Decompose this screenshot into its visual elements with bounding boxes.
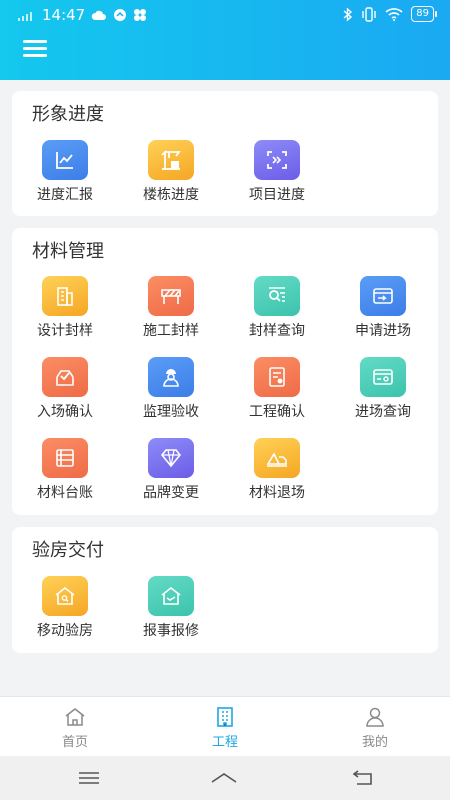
system-nav-bar: [0, 756, 450, 800]
grid-item-label: 品牌变更: [143, 485, 199, 501]
barrier-icon: [148, 276, 194, 316]
grid-item-supervision-accept[interactable]: 监理验收: [118, 357, 224, 421]
grid-item-construction-sample[interactable]: 施工封样: [118, 276, 224, 340]
signal-icon: [18, 9, 32, 21]
grid-item-label: 移动验房: [37, 623, 93, 639]
grid-item-label: 进度汇报: [37, 187, 93, 203]
status-right: 89: [343, 6, 437, 22]
grid-item-progress-report[interactable]: 进度汇报: [12, 140, 118, 204]
grid-item-label: 封样查询: [249, 323, 305, 339]
bottom-tab-bar: 首页 工程 我的: [0, 696, 450, 756]
grid-item-label: 工程确认: [249, 404, 305, 420]
vibrate-icon: [362, 6, 376, 22]
grid-item-label: 设计封样: [37, 323, 93, 339]
recent-apps-icon[interactable]: [76, 766, 102, 790]
grid-item-label: 进场查询: [355, 404, 411, 420]
battery-level: 89: [416, 8, 429, 19]
diamond-icon: [148, 438, 194, 478]
supervisor-icon: [148, 357, 194, 397]
grid-item-label: 施工封样: [143, 323, 199, 339]
battery-indicator: 89: [411, 6, 437, 22]
house-repair-icon: [148, 576, 194, 616]
status-time: 14:47: [42, 6, 86, 24]
user-icon: [366, 707, 384, 727]
chart-icon: [42, 140, 88, 180]
grid-item-material-exit[interactable]: 材料退场: [224, 438, 330, 502]
message-icon: [114, 9, 127, 21]
scan-icon: [254, 140, 300, 180]
grid-item-material-ledger[interactable]: 材料台账: [12, 438, 118, 502]
search-list-icon: [254, 276, 300, 316]
status-bar: 14:47 89: [0, 0, 450, 30]
home-nav-icon[interactable]: [211, 766, 237, 790]
cloud-icon: [91, 10, 107, 20]
grid-item-apply-entry[interactable]: 申请进场: [330, 276, 436, 340]
grid-item-label: 材料台账: [37, 485, 93, 501]
grid-item-brand-change[interactable]: 品牌变更: [118, 438, 224, 502]
app-notification-icon: [134, 9, 147, 21]
tab-home[interactable]: 首页: [25, 705, 125, 750]
inbox-check-icon: [42, 357, 88, 397]
truck-icon: [254, 438, 300, 478]
grid-item-label: 申请进场: [355, 323, 411, 339]
grid-item-label: 报事报修: [143, 623, 199, 639]
grid-item-label: 入场确认: [37, 404, 93, 420]
card-search-icon: [360, 357, 406, 397]
building-icon: [42, 276, 88, 316]
ledger-icon: [42, 438, 88, 478]
grid-item-design-sample[interactable]: 设计封样: [12, 276, 118, 340]
tab-label: 工程: [211, 735, 238, 750]
section-title: 材料管理: [32, 241, 104, 262]
grid-item-report-repair[interactable]: 报事报修: [118, 576, 224, 640]
grid-item-label: 楼栋进度: [143, 187, 199, 203]
grid-item-label: 监理验收: [143, 404, 199, 420]
menu-button[interactable]: [23, 40, 47, 60]
section-title: 形象进度: [32, 104, 104, 125]
grid-item-mobile-inspection[interactable]: 移动验房: [12, 576, 118, 640]
section-handover: 验房交付 移动验房 报事报修: [12, 527, 438, 653]
wifi-icon: [385, 8, 403, 21]
section-title: 验房交付: [32, 540, 104, 561]
grid-item-entry-confirm[interactable]: 入场确认: [12, 357, 118, 421]
grid-item-entry-query[interactable]: 进场查询: [330, 357, 436, 421]
building-tab-icon: [217, 707, 233, 727]
section-progress: 形象进度 进度汇报 楼栋进度 项目进度: [12, 91, 438, 216]
grid-item-project-progress[interactable]: 项目进度: [224, 140, 330, 204]
app-header: 14:47 89: [0, 0, 450, 80]
tab-label: 首页: [61, 735, 88, 750]
grid-item-sample-query[interactable]: 封样查询: [224, 276, 330, 340]
bluetooth-icon: [343, 6, 353, 22]
grid-item-building-progress[interactable]: 楼栋进度: [118, 140, 224, 204]
grid-item-label: 项目进度: [249, 187, 305, 203]
house-search-icon: [42, 576, 88, 616]
home-icon: [65, 708, 85, 726]
back-icon[interactable]: [349, 766, 375, 790]
status-left: 14:47: [18, 6, 147, 24]
grid-item-label: 材料退场: [249, 485, 305, 501]
grid-item-engineering-confirm[interactable]: 工程确认: [224, 357, 330, 421]
tab-label: 我的: [361, 735, 388, 750]
card-transfer-icon: [360, 276, 406, 316]
crane-icon: [148, 140, 194, 180]
tab-engineering[interactable]: 工程: [175, 705, 275, 750]
document-check-icon: [254, 357, 300, 397]
tab-mine[interactable]: 我的: [325, 705, 425, 750]
section-materials: 材料管理 设计封样 施工封样 封样查询 申请进场 入场确认 监理验收 工程确认 …: [12, 228, 438, 515]
